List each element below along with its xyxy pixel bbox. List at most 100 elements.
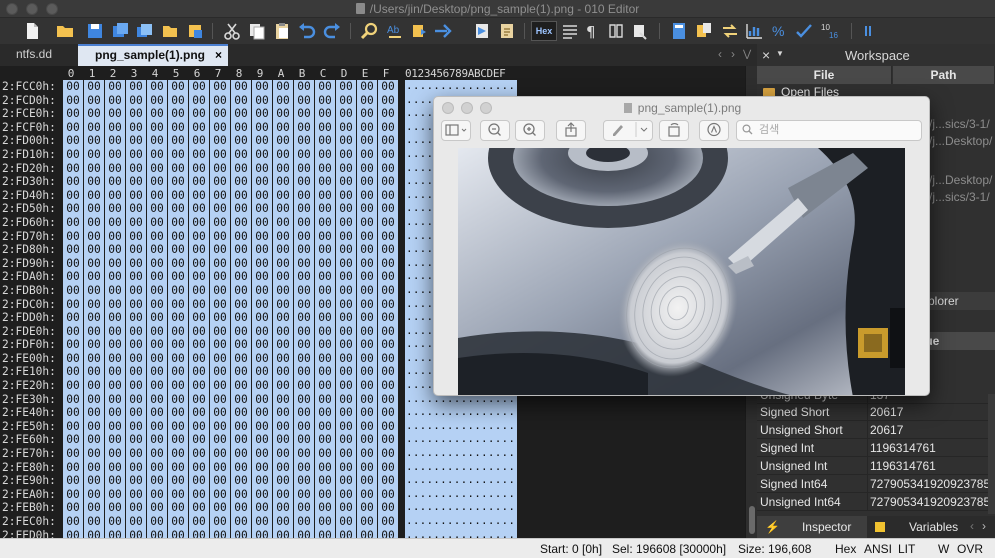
hex-byte[interactable]: 00 <box>84 107 104 121</box>
hex-byte[interactable]: 00 <box>105 256 125 271</box>
hex-byte[interactable]: 00 <box>336 460 356 475</box>
hex-byte[interactable]: 00 <box>378 243 398 257</box>
hex-byte[interactable]: 00 <box>84 80 104 94</box>
hex-byte[interactable]: 00 <box>168 515 188 529</box>
hex-byte[interactable]: 00 <box>336 528 356 538</box>
hex-byte[interactable]: 00 <box>273 460 293 475</box>
hex-byte[interactable]: 00 <box>168 243 188 257</box>
hex-byte[interactable]: 00 <box>147 406 167 420</box>
hex-byte[interactable]: 00 <box>378 311 398 325</box>
hex-byte[interactable]: 00 <box>126 365 146 380</box>
hex-byte[interactable]: 00 <box>105 338 125 352</box>
hex-byte[interactable]: 00 <box>294 243 314 257</box>
hex-byte[interactable]: 00 <box>252 120 272 135</box>
hex-byte[interactable]: 00 <box>357 93 377 108</box>
hex-byte[interactable]: 00 <box>378 215 398 230</box>
ascii-text[interactable]: ................ <box>405 487 517 502</box>
preview-search-input[interactable]: 검색 <box>736 120 922 141</box>
hex-byte[interactable]: 00 <box>273 215 293 230</box>
hex-byte[interactable]: 00 <box>63 447 83 461</box>
hex-byte[interactable]: 00 <box>357 379 377 393</box>
hex-byte[interactable]: 00 <box>294 134 314 148</box>
hex-byte[interactable]: 00 <box>273 80 293 94</box>
hex-byte[interactable]: 00 <box>231 324 251 339</box>
hex-byte[interactable]: 00 <box>273 256 293 271</box>
hex-byte[interactable]: 00 <box>84 351 104 366</box>
hex-byte[interactable]: 00 <box>189 107 209 121</box>
hex-byte[interactable]: 00 <box>63 107 83 121</box>
hex-byte[interactable]: 00 <box>147 188 167 203</box>
hex-byte[interactable]: 00 <box>294 229 314 244</box>
hex-byte[interactable]: 00 <box>210 501 230 515</box>
share-icon[interactable] <box>556 120 586 141</box>
hex-byte[interactable]: 00 <box>231 297 251 312</box>
hex-byte[interactable]: 00 <box>189 379 209 393</box>
hex-byte[interactable]: 00 <box>126 270 146 284</box>
hex-byte[interactable]: 00 <box>126 351 146 366</box>
hex-byte[interactable]: 00 <box>63 175 83 189</box>
hex-byte[interactable]: 00 <box>168 324 188 339</box>
hex-byte[interactable]: 00 <box>357 175 377 189</box>
hex-byte[interactable]: 00 <box>336 93 356 108</box>
hex-byte[interactable]: 00 <box>273 528 293 538</box>
ascii-text[interactable]: ................ <box>405 528 517 538</box>
save-as-icon[interactable] <box>110 21 130 41</box>
hex-byte[interactable]: 00 <box>168 447 188 461</box>
hex-byte[interactable]: 00 <box>378 297 398 312</box>
hex-byte[interactable]: 00 <box>210 202 230 216</box>
hex-byte[interactable]: 00 <box>273 270 293 284</box>
hex-byte[interactable]: 00 <box>273 515 293 529</box>
hex-byte[interactable]: 00 <box>231 379 251 393</box>
hex-byte[interactable]: 00 <box>105 202 125 216</box>
hex-byte[interactable]: 00 <box>210 311 230 325</box>
hex-byte[interactable]: 00 <box>84 229 104 244</box>
hex-byte[interactable]: 00 <box>126 188 146 203</box>
find-in-files-icon[interactable] <box>410 21 430 41</box>
hex-byte[interactable]: 00 <box>273 134 293 148</box>
hex-byte[interactable]: 00 <box>273 392 293 407</box>
hex-byte[interactable]: 00 <box>147 243 167 257</box>
hex-byte[interactable]: 00 <box>357 515 377 529</box>
hex-byte[interactable]: 00 <box>231 147 251 162</box>
hex-byte[interactable]: 00 <box>294 474 314 488</box>
hex-byte[interactable]: 00 <box>63 501 83 515</box>
hex-byte[interactable]: 00 <box>231 93 251 108</box>
percent-icon[interactable]: % <box>769 21 789 41</box>
hex-byte[interactable]: 00 <box>210 406 230 420</box>
hex-byte[interactable]: 00 <box>168 229 188 244</box>
hex-byte[interactable]: 00 <box>168 134 188 148</box>
hex-byte[interactable]: 00 <box>210 392 230 407</box>
hex-byte[interactable]: 00 <box>252 215 272 230</box>
ascii-text[interactable]: ................ <box>405 460 517 475</box>
hex-row[interactable]: 2:FEA0h: 00 00 00 00 00 00 00 00 00 00 00 00 00 00 00 00… <box>0 487 745 502</box>
hex-byte[interactable]: 00 <box>336 365 356 380</box>
hex-byte[interactable]: 00 <box>357 215 377 230</box>
hex-byte[interactable]: 00 <box>168 528 188 538</box>
hex-byte[interactable]: 00 <box>126 338 146 352</box>
hex-byte[interactable]: 00 <box>378 80 398 94</box>
hex-byte[interactable]: 00 <box>105 188 125 203</box>
hex-byte[interactable]: 00 <box>210 447 230 461</box>
hex-byte[interactable]: 00 <box>378 120 398 135</box>
hex-byte[interactable]: 00 <box>336 338 356 352</box>
hex-row[interactable]: 2:FEB0h: 00 00 00 00 00 00 00 00 00 00 00 00 00 00 00 00… <box>0 501 745 515</box>
hex-byte[interactable]: 00 <box>105 447 125 461</box>
hex-byte[interactable]: 00 <box>147 297 167 312</box>
hex-byte[interactable]: 00 <box>294 324 314 339</box>
hex-byte[interactable]: 00 <box>63 93 83 108</box>
hex-byte[interactable]: 00 <box>378 460 398 475</box>
close-tab-icon[interactable]: × <box>215 46 222 64</box>
hex-byte[interactable]: 00 <box>147 256 167 271</box>
hex-byte[interactable]: 00 <box>105 80 125 94</box>
hex-byte[interactable]: 00 <box>294 215 314 230</box>
hex-byte[interactable]: 00 <box>126 229 146 244</box>
hex-byte[interactable]: 00 <box>294 80 314 94</box>
hex-byte[interactable]: 00 <box>231 134 251 148</box>
hex-byte[interactable]: 00 <box>147 501 167 515</box>
hex-byte[interactable]: 00 <box>252 419 272 434</box>
hex-byte[interactable]: 00 <box>84 134 104 148</box>
scrollbar-thumb[interactable] <box>749 506 755 534</box>
calculator-icon[interactable] <box>669 21 689 41</box>
status-ansi[interactable]: ANSI <box>864 542 892 556</box>
hex-byte[interactable]: 00 <box>210 175 230 189</box>
